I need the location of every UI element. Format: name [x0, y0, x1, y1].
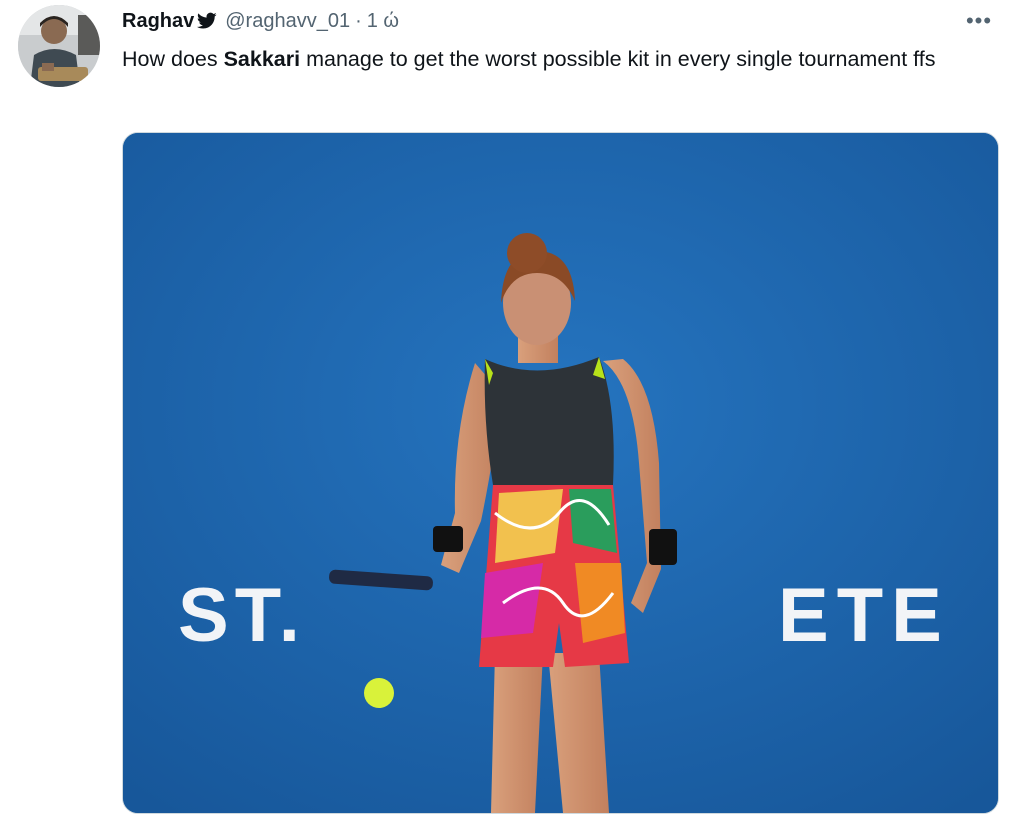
tweet-media[interactable]: ST. ETE	[122, 132, 999, 814]
avatar[interactable]	[18, 5, 100, 87]
more-icon[interactable]: •••	[964, 8, 994, 33]
display-name[interactable]: Raghav	[122, 10, 194, 33]
separator-dot: ·	[355, 9, 362, 32]
tweet-text-part: How does	[122, 47, 224, 71]
court-text-left: ST.	[178, 573, 306, 658]
tweet-text-bold: Sakkari	[223, 47, 301, 71]
tweet-text: How does Sakkari manage to get the worst…	[122, 42, 972, 76]
tweet: Raghav @raghavv_01 · 1 ώ ••• How does Sa…	[0, 0, 1024, 814]
timestamp[interactable]: 1 ώ	[367, 10, 399, 33]
tweet-text-part: manage to get the worst possible kit in …	[300, 47, 936, 71]
tennis-ball	[364, 678, 394, 708]
user-handle[interactable]: @raghavv_01	[225, 10, 350, 33]
tweet-header: Raghav @raghavv_01 · 1 ώ	[122, 6, 399, 36]
bird-icon	[197, 12, 217, 30]
court-text-right: ETE	[778, 573, 950, 658]
